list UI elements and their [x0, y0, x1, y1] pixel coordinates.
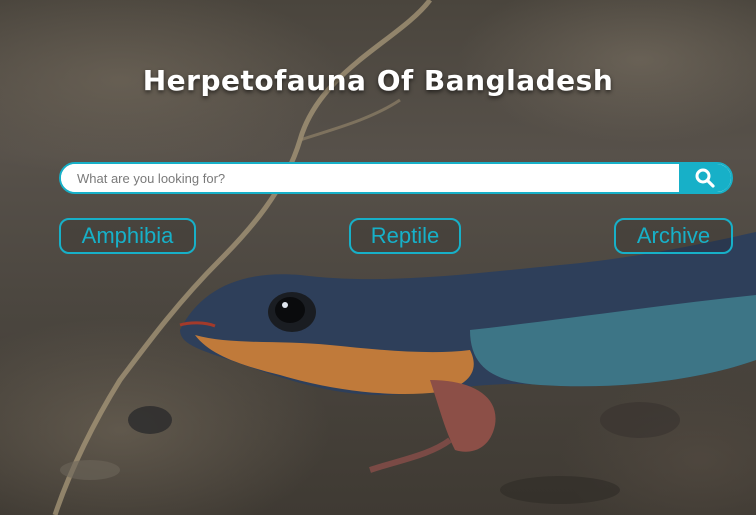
category-button-archive[interactable]: Archive	[614, 218, 733, 254]
search-icon	[695, 168, 715, 188]
hero-section: Herpetofauna Of Bangladesh Amphibia Rept…	[0, 0, 756, 515]
page-title: Herpetofauna Of Bangladesh	[142, 64, 614, 97]
category-button-reptile[interactable]: Reptile	[349, 218, 461, 254]
search-button[interactable]	[679, 164, 731, 192]
category-button-amphibia[interactable]: Amphibia	[59, 218, 196, 254]
search-input[interactable]	[61, 164, 679, 192]
search-bar	[59, 162, 733, 194]
